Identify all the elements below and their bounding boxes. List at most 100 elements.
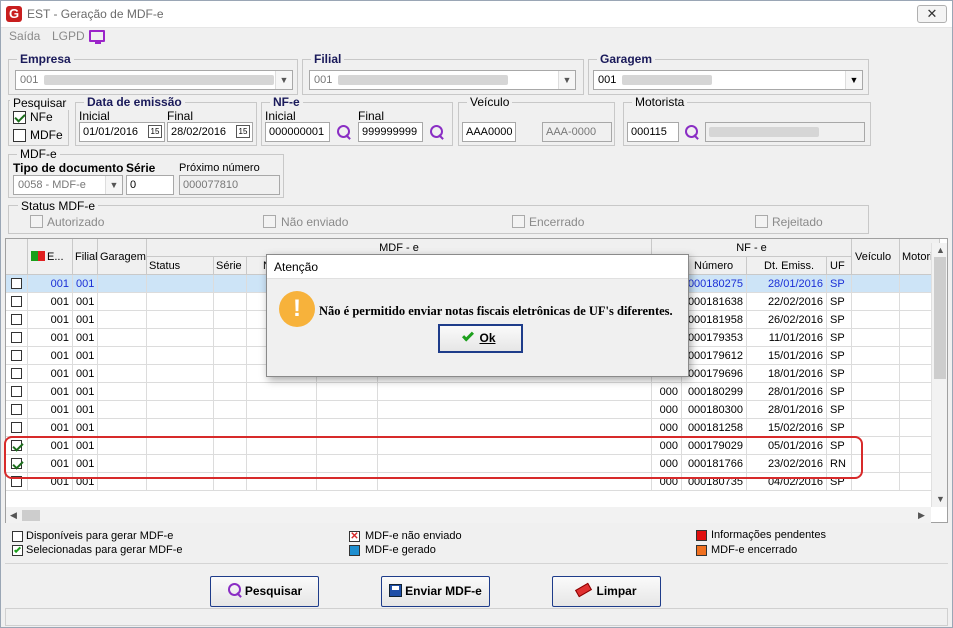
empty-cell — [98, 347, 147, 365]
filial-select[interactable]: 001 ▼ — [309, 70, 576, 90]
empresa-select[interactable]: 001 ▼ — [15, 70, 293, 90]
calendar-icon[interactable]: 15 — [148, 125, 162, 138]
warning-icon: ! — [279, 291, 315, 327]
empty-cell — [214, 329, 247, 347]
row-checkbox[interactable] — [11, 278, 22, 289]
search-icon[interactable] — [429, 124, 445, 140]
row-checkbox-cell — [6, 275, 28, 293]
status-mdfe-group: Status MDF-e Autorizado Não enviado Ence… — [8, 199, 869, 234]
search-icon[interactable] — [684, 124, 700, 140]
row-checkbox[interactable] — [11, 314, 22, 325]
grid-header-uf[interactable]: UF — [827, 257, 852, 275]
empty-cell — [214, 383, 247, 401]
cell-emp: 001 — [28, 365, 73, 383]
cell-nf-serie: 000 — [652, 419, 682, 437]
pesquisar-label: Pesquisar — [10, 96, 70, 110]
empty-cell — [317, 401, 378, 419]
grid-header-empresa[interactable]: E... — [28, 239, 73, 275]
row-checkbox[interactable] — [11, 368, 22, 379]
limpar-button[interactable]: Limpar — [552, 576, 661, 607]
autorizado-label: Autorizado — [47, 215, 105, 229]
cell-emp: 001 — [28, 311, 73, 329]
data-inicial-input[interactable]: 01/01/2016 15 — [79, 122, 165, 142]
empty-cell — [98, 383, 147, 401]
empty-cell — [852, 347, 900, 365]
empty-cell — [317, 383, 378, 401]
cell-filial: 001 — [73, 383, 98, 401]
main-window: G EST - Geração de MDF-e ✕ Saída LGPD Em… — [0, 0, 953, 628]
empty-cell — [98, 419, 147, 437]
cell-dt: 15/01/2016 — [747, 347, 827, 365]
proximo-numero-field: 000077810 — [179, 175, 280, 195]
cell-uf: SP — [827, 293, 852, 311]
empty-cell — [98, 311, 147, 329]
grid-header-numero[interactable]: Número — [682, 257, 747, 275]
row-checkbox[interactable] — [11, 404, 22, 415]
horizontal-scrollbar[interactable]: ◀ ▶ — [6, 507, 931, 523]
cell-uf: SP — [827, 275, 852, 293]
row-checkbox[interactable] — [11, 386, 22, 397]
ok-button[interactable]: Ok — [438, 324, 523, 353]
grid-header-dt-emiss[interactable]: Dt. Emiss. — [747, 257, 827, 275]
garagem-select[interactable]: 001 ▼ — [593, 70, 863, 90]
empty-cell — [317, 419, 378, 437]
data-final-input[interactable]: 28/02/2016 15 — [167, 122, 253, 142]
nfe-final-input[interactable]: 999999999 — [358, 122, 423, 142]
search-icon[interactable] — [336, 124, 352, 140]
pesquisar-button[interactable]: Pesquisar — [210, 576, 319, 607]
grid-header-filial[interactable]: Filial — [73, 239, 98, 275]
row-checkbox[interactable] — [11, 422, 22, 433]
cell-dt: 15/02/2016 — [747, 419, 827, 437]
horizontal-scroll-thumb[interactable] — [22, 510, 40, 521]
close-button[interactable]: ✕ — [917, 5, 947, 23]
chevron-down-icon[interactable]: ▼ — [558, 71, 575, 89]
grid-header-veiculo[interactable]: Veículo — [852, 239, 900, 275]
cell-numero: 000179696 — [682, 365, 747, 383]
scroll-right-icon[interactable]: ▶ — [918, 510, 925, 521]
chevron-down-icon[interactable]: ▼ — [275, 71, 292, 89]
empty-cell — [147, 347, 214, 365]
chevron-down-icon[interactable]: ▼ — [845, 71, 862, 89]
row-checkbox[interactable] — [11, 350, 22, 361]
monitor-icon[interactable] — [89, 30, 105, 44]
cell-emp: 001 — [28, 383, 73, 401]
grid-header-garagem[interactable]: Garagem — [98, 239, 147, 275]
empty-cell — [147, 275, 214, 293]
data-emissao-label: Data de emissão — [84, 95, 185, 109]
scroll-down-icon[interactable]: ▼ — [936, 494, 945, 504]
scroll-up-icon[interactable]: ▲ — [936, 245, 945, 255]
grid-header-serie[interactable]: Série — [214, 257, 247, 275]
pesquisar-group: Pesquisar NFe MDFe — [8, 96, 70, 146]
nfe-checkbox[interactable] — [13, 111, 26, 124]
menu-saida[interactable]: Saída — [9, 29, 40, 43]
motorista-code-input[interactable]: 000115 — [627, 122, 679, 142]
menu-lgpd[interactable]: LGPD — [52, 29, 85, 43]
empty-cell — [147, 329, 214, 347]
cell-filial: 001 — [73, 293, 98, 311]
vertical-scroll-thumb[interactable] — [934, 257, 946, 379]
empty-cell — [247, 383, 317, 401]
grid-header-status[interactable]: Status — [147, 257, 214, 275]
serie-input[interactable]: 0 — [126, 175, 174, 195]
rejeitado-label: Rejeitado — [772, 215, 823, 229]
vertical-scrollbar[interactable]: ▲ ▼ — [931, 243, 947, 507]
encerrado-label: Encerrado — [529, 215, 585, 229]
empty-cell — [214, 401, 247, 419]
calendar-icon[interactable]: 15 — [236, 125, 250, 138]
empty-cell — [378, 401, 652, 419]
veiculo-from-input[interactable]: AAA0000 — [462, 122, 516, 142]
legend-encerrado: MDF-e encerrado — [711, 544, 798, 556]
nfe-inicial-input[interactable]: 000000001 — [265, 122, 330, 142]
cell-uf: SP — [827, 383, 852, 401]
filial-group: Filial 001 ▼ — [302, 52, 584, 95]
mdfe-checkbox[interactable] — [13, 129, 26, 142]
row-checkbox[interactable] — [11, 332, 22, 343]
row-checkbox[interactable] — [11, 296, 22, 307]
scroll-left-icon[interactable]: ◀ — [10, 510, 17, 521]
cell-emp: 001 — [28, 293, 73, 311]
title-bar: G EST - Geração de MDF-e ✕ — [1, 1, 952, 28]
empty-cell — [852, 401, 900, 419]
enviar-mdfe-button[interactable]: Enviar MDF-e — [381, 576, 490, 607]
nfe-final-label: Final — [358, 109, 385, 123]
cell-dt: 18/01/2016 — [747, 365, 827, 383]
